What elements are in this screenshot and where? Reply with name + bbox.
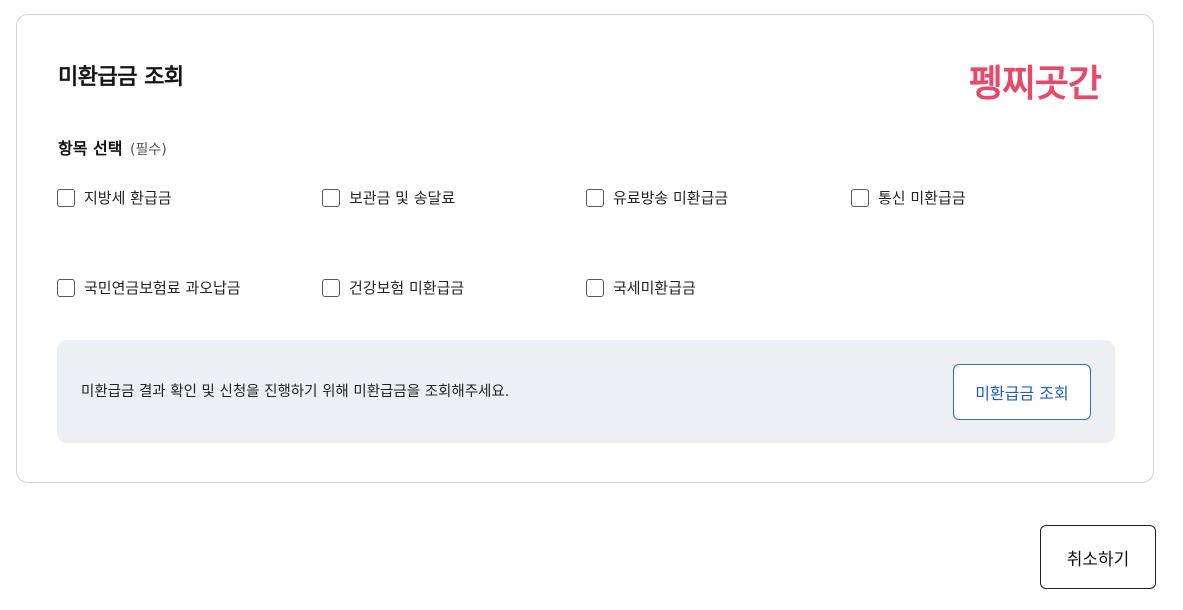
checkbox[interactable]	[57, 188, 75, 207]
refund-inquiry-button[interactable]: 미환급금 조회	[953, 364, 1091, 420]
option-local-tax-refund[interactable]: 지방세 환급금	[57, 187, 172, 208]
required-note: (필수)	[130, 142, 167, 158]
brand-logo-text: 펭찌곳간	[968, 62, 1102, 105]
checkbox[interactable]	[851, 188, 869, 207]
option-label: 유료방송 미환급금	[613, 189, 729, 207]
option-deposit-and-postage[interactable]: 보관금 및 송달료	[322, 187, 455, 208]
checkbox[interactable]	[322, 188, 340, 207]
option-pay-tv-refund[interactable]: 유료방송 미환급금	[586, 187, 728, 208]
option-national-tax-refund[interactable]: 국세미환급금	[586, 277, 696, 298]
option-label: 보관금 및 송달료	[349, 189, 456, 207]
checkbox[interactable]	[57, 278, 75, 297]
info-message: 미환급금 결과 확인 및 신청을 진행하기 위해 미환급금을 조회해주세요.	[81, 384, 510, 400]
option-label: 국민연금보험료 과오납금	[84, 279, 241, 297]
option-label: 국세미환급금	[613, 279, 696, 297]
refund-inquiry-card: 미환급금 조회 펭찌곳간 항목 선택 (필수) 지방세 환급금 보관금 및 송달…	[16, 14, 1154, 483]
option-label: 지방세 환급금	[84, 189, 172, 207]
option-label: 통신 미환급금	[878, 189, 966, 207]
option-telecom-refund[interactable]: 통신 미환급금	[851, 187, 966, 208]
checkbox[interactable]	[322, 278, 340, 297]
checkbox[interactable]	[586, 188, 604, 207]
item-selection-title: 항목 선택	[58, 139, 123, 158]
item-selection-label: 항목 선택 (필수)	[58, 135, 167, 159]
page-title: 미환급금 조회	[58, 65, 184, 90]
option-label: 건강보험 미환급금	[349, 279, 465, 297]
cancel-button[interactable]: 취소하기	[1040, 525, 1156, 589]
option-national-pension-overpayment[interactable]: 국민연금보험료 과오납금	[57, 277, 241, 298]
checkbox[interactable]	[586, 278, 604, 297]
option-health-insurance-refund[interactable]: 건강보험 미환급금	[322, 277, 464, 298]
info-panel: 미환급금 결과 확인 및 신청을 진행하기 위해 미환급금을 조회해주세요. 미…	[57, 340, 1115, 443]
